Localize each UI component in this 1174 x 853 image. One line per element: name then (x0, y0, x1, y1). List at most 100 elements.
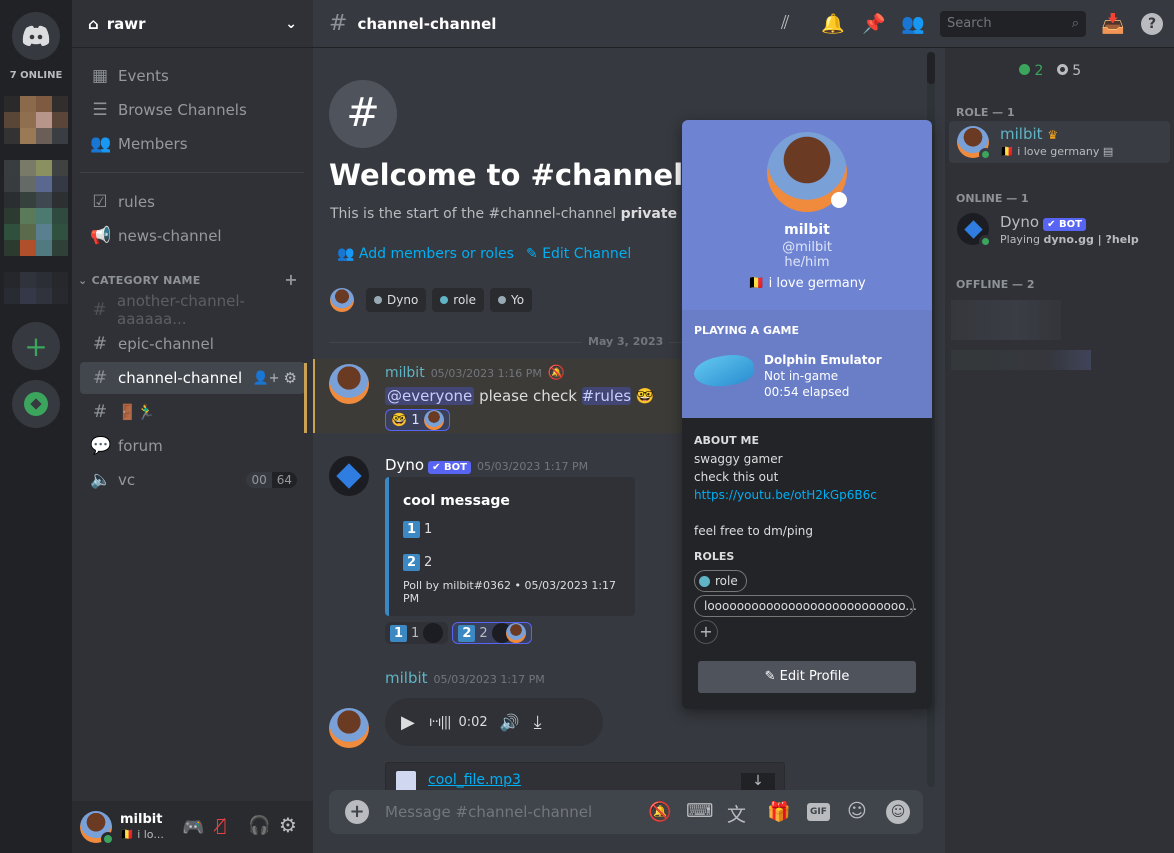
channel-rules[interactable]: ☑ rules (80, 186, 305, 218)
item-label: Events (118, 67, 169, 85)
chip-label: role (453, 293, 477, 307)
channel-news[interactable]: 📢 news-channel (80, 220, 305, 252)
avatar[interactable] (80, 811, 115, 846)
keyboard-icon[interactable]: ⌨ (686, 800, 713, 822)
poll-option: 11 (403, 521, 621, 538)
channel-forum[interactable]: 💬 forum (80, 430, 305, 462)
about-link[interactable]: https://youtu.be/otH2kGp6B6c (694, 486, 920, 504)
activity-header: PLAYING A GAME (694, 324, 799, 337)
edit-channel-link[interactable]: ✎ Edit Channel (526, 246, 631, 262)
add-members-link[interactable]: 👥 Add members or roles (337, 246, 514, 262)
message-input[interactable]: Message #channel-channel (385, 803, 592, 821)
server-icon[interactable] (4, 160, 68, 208)
role-chip[interactable]: role (432, 288, 485, 312)
category-header[interactable]: ⌄ CATEGORY NAME + (78, 270, 298, 289)
mute-mic-icon[interactable]: 🎙̸ (216, 816, 226, 836)
voice-icon: 🔈 (90, 470, 112, 490)
voice-count: 00 (246, 472, 272, 488)
profile-avatar[interactable] (767, 132, 847, 212)
locked-hash-icon: # (92, 300, 107, 320)
dyno-avatar[interactable] (329, 456, 369, 496)
discord-home-button[interactable] (12, 12, 60, 60)
gift-icon[interactable]: 🎁 (767, 800, 791, 823)
reaction[interactable]: 22 (452, 622, 532, 644)
file-link[interactable]: cool_file.mp3 (428, 772, 521, 788)
mention[interactable]: @everyone (385, 387, 475, 405)
member-item-offline[interactable] (951, 300, 1061, 340)
snooze-icon: 🔕 (547, 365, 566, 381)
help-icon[interactable]: ? (1141, 13, 1163, 35)
download-icon[interactable]: ⤓ (534, 712, 542, 733)
message-composer[interactable]: + Message #channel-channel (329, 790, 923, 834)
channel-epic[interactable]: # epic-channel (80, 328, 305, 360)
avatar[interactable] (329, 708, 369, 748)
reaction-count: 1 (411, 412, 420, 428)
message-author[interactable]: milbit (385, 365, 425, 381)
item-label: forum (118, 437, 163, 455)
server-icon[interactable] (4, 208, 68, 256)
edit-profile-button[interactable]: ✎ Edit Profile (698, 661, 916, 693)
waveform-icon[interactable]: ı··ı||| (429, 715, 452, 730)
option-label: 2 (424, 555, 433, 570)
member-group-header: OFFLINE — 2 (956, 278, 1035, 291)
sidebar-item-members[interactable]: 👥 Members (80, 128, 305, 160)
invite-icon[interactable]: 👤+ (252, 371, 279, 386)
about-text: swaggy gamer (694, 452, 783, 466)
member-item-milbit[interactable]: milbit ♛ 🇧🇪 i love germany ▤ (949, 121, 1170, 163)
member-item-offline[interactable] (951, 350, 1091, 370)
channel-another[interactable]: # another-channel-aaaaaa... (80, 292, 305, 328)
add-channel-icon[interactable]: + (284, 270, 298, 289)
role-chip[interactable]: Dyno (366, 288, 427, 312)
reaction[interactable]: 11 (385, 622, 449, 644)
role-chip[interactable]: Yo (490, 288, 533, 312)
server-icon[interactable] (4, 272, 68, 304)
channel-channel-channel[interactable]: # channel-channel 👤+ ⚙ (80, 362, 305, 394)
reaction[interactable]: 🤓 1 (385, 409, 450, 431)
gear-icon[interactable]: ⚙ (284, 369, 297, 387)
role-pill[interactable]: role (694, 570, 747, 592)
add-attachment-icon[interactable]: + (345, 800, 369, 824)
dyno-avatar (423, 623, 444, 643)
channel-link[interactable]: #rules (581, 387, 632, 405)
translate-icon[interactable]: 文 (727, 800, 746, 827)
role-pill[interactable]: looooooooooooooooooooooooooo... (694, 595, 917, 617)
activity-gamepad-icon[interactable]: 🎮 (182, 817, 204, 838)
inbox-icon[interactable]: 📥 (1101, 12, 1125, 35)
sidebar-item-browse-channels[interactable]: ☰ Browse Channels (80, 94, 305, 126)
audio-player: ▶ ı··ı||| 0:02 🔊 ⤓ (385, 698, 603, 746)
avatar[interactable] (329, 364, 369, 404)
message-author[interactable]: Dyno (385, 456, 424, 474)
settings-gear-icon[interactable]: ⚙ (279, 813, 297, 837)
megaphone-icon: 📢 (90, 226, 112, 246)
sidebar-item-events[interactable]: ▦ Events (80, 60, 305, 92)
silent-bell-icon[interactable]: 🔕 (648, 800, 672, 823)
server-icon[interactable] (4, 96, 68, 144)
server-header[interactable]: ⌂ rawr ⌄ (72, 0, 313, 48)
sticker-icon[interactable]: ☺ (847, 800, 867, 822)
message-author[interactable]: milbit (385, 669, 428, 687)
member-name: Dyno ✔ BOT (1000, 213, 1086, 231)
avatar (330, 288, 354, 312)
play-icon[interactable]: ▶ (401, 712, 415, 733)
add-server-button[interactable]: + (12, 322, 60, 370)
volume-icon[interactable]: 🔊 (500, 713, 520, 732)
search-input[interactable]: Search ⌕ (940, 11, 1086, 37)
add-role-button[interactable]: + (694, 620, 718, 644)
member-list-icon[interactable]: 👥 (901, 12, 925, 35)
member-item-dyno[interactable]: Dyno ✔ BOT Playing dyno.gg | ?help (949, 208, 1170, 250)
member-status: Playing dyno.gg | ?help (1000, 233, 1139, 246)
scrollbar-thumb[interactable] (927, 52, 935, 84)
channel-emoji[interactable]: # 🚪🏃‍♂ (80, 396, 305, 428)
emoji-icon[interactable]: ☺ (886, 800, 910, 824)
threads-icon[interactable]: ⫽ (781, 12, 789, 34)
explore-servers-button[interactable] (12, 380, 60, 428)
pin-icon[interactable]: 📌 (862, 12, 886, 35)
link-label: Add members or roles (358, 246, 514, 262)
gif-button[interactable]: GIF (807, 803, 830, 821)
timestamp: 05/03/2023 1:17 PM (433, 673, 545, 686)
channel-vc[interactable]: 🔈 vc 00 64 (80, 464, 305, 496)
bell-icon[interactable]: 🔔 (821, 12, 845, 35)
online-dot-icon (1019, 64, 1030, 75)
headphones-icon[interactable]: 🎧 (248, 815, 270, 836)
item-label: channel-channel (118, 369, 243, 387)
